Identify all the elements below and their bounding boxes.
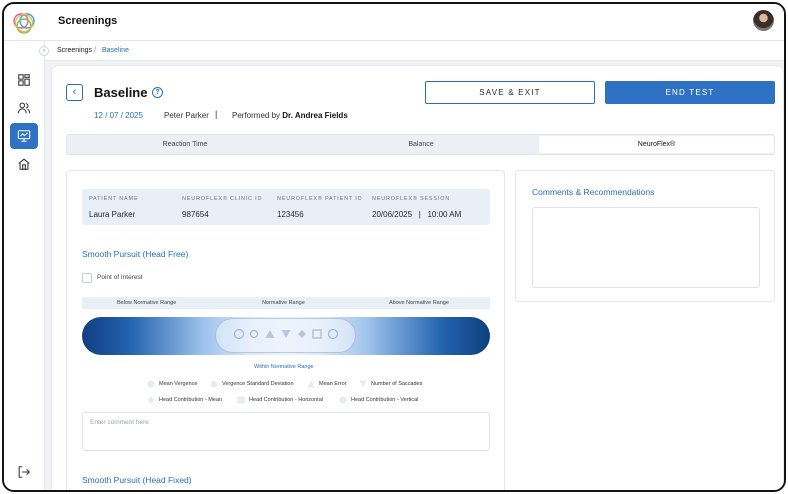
normative-range-gauge (82, 317, 490, 355)
performed-by-name: Dr. Andrea Fields (282, 111, 348, 120)
app-title: Screenings (58, 15, 118, 27)
sidebar-toggle-chevron-icon[interactable]: › (39, 46, 49, 56)
page-title: Baseline (94, 85, 148, 100)
app-window: Screenings › Screenings / Baseline ‹ Bas… (2, 2, 786, 492)
patient-info-strip: PATIENT NAME NEUROFLEX® CLINIC ID NEUROF… (82, 189, 490, 225)
legend-circle-icon (147, 380, 155, 388)
mean-error-marker-icon (265, 330, 275, 338)
info-value-session: 20/06/2025 | 10:00 AM (372, 210, 462, 219)
tab-balance[interactable]: Balance (303, 135, 539, 154)
info-header-session: NEUROFLEX® SESSION (372, 196, 451, 202)
breadcrumb-current: Baseline (102, 47, 129, 54)
info-header-clinic-id: NEUROFLEX® CLINIC ID (182, 196, 263, 202)
main-card: ‹ Baseline ? 12 / 07 / 2025 Peter Parker… (51, 65, 784, 490)
info-value-clinic-id: 987654 (182, 210, 209, 219)
performed-by-prefix: Performed by (232, 111, 281, 120)
info-header-patient-id: NEUROFLEX® PATIENT ID (277, 196, 363, 202)
breadcrumb-separator: / (94, 47, 96, 54)
sidebar: › (4, 41, 49, 490)
legend-triangle-up-icon (307, 380, 315, 388)
back-button[interactable]: ‹ (66, 84, 83, 101)
range-labels: Below Normative Range Normative Range Ab… (82, 297, 490, 309)
monitor-chart-icon (17, 130, 31, 142)
comments-textarea[interactable] (532, 207, 760, 288)
end-test-button[interactable]: END TEST (605, 81, 775, 104)
point-of-interest-label: Point of Interest (97, 274, 143, 281)
head-horizontal-marker-icon (312, 329, 322, 339)
dashboard-icon (18, 74, 30, 86)
top-bar: Screenings (4, 4, 784, 41)
legend-triangle-down-icon (359, 380, 367, 388)
legend-circle-icon (339, 396, 347, 404)
sidebar-item-home[interactable] (10, 151, 38, 177)
breadcrumb: Screenings / Baseline (45, 41, 784, 61)
vergence-sd-marker-icon (249, 329, 259, 339)
saccades-marker-icon (281, 330, 291, 338)
logout-icon[interactable] (17, 465, 31, 479)
comments-panel: Comments & Recommendations (515, 170, 775, 302)
legend-head-mean: Head Contribution - Mean (159, 397, 222, 403)
save-exit-button[interactable]: SAVE & EXIT (425, 81, 595, 104)
range-below: Below Normative Range (117, 300, 177, 306)
mean-vergence-marker-icon (233, 328, 245, 340)
legend-head-vertical: Head Contribution - Vertical (351, 397, 419, 403)
range-normative: Normative Range (262, 300, 305, 306)
results-panel: PATIENT NAME NEUROFLEX® CLINIC ID NEUROF… (66, 170, 505, 490)
range-above: Above Normative Range (389, 300, 449, 306)
point-of-interest-checkbox[interactable] (82, 273, 92, 283)
users-icon (17, 102, 31, 114)
head-mean-marker-icon (298, 330, 306, 338)
legend-mean-vergence: Mean Vergence (159, 381, 198, 387)
head-vertical-marker-icon (327, 328, 339, 340)
tab-reaction-time[interactable]: Reaction Time (67, 135, 303, 154)
section-title-head-free: Smooth Pursuit (Head Free) (82, 249, 189, 259)
legend-saccades: Number of Saccades (371, 381, 423, 387)
legend-circle-icon (210, 380, 218, 388)
legend-head-horizontal: Head Contribution - Horizontal (249, 397, 323, 403)
legend-mean-error: Mean Error (319, 381, 347, 387)
legend-vergence-sd: Vergence Standard Deviation (222, 381, 294, 387)
performed-by: Performed by Dr. Andrea Fields (232, 111, 348, 120)
help-icon[interactable]: ? (152, 87, 163, 98)
home-icon (18, 158, 30, 170)
section-title-head-fixed: Smooth Pursuit (Head Fixed) (82, 475, 192, 485)
user-avatar[interactable] (753, 10, 774, 31)
app-logo-icon[interactable] (12, 11, 36, 35)
chevron-left-icon: ‹ (72, 86, 77, 98)
test-date: 12 / 07 / 2025 (94, 111, 143, 120)
legend-square-icon (237, 396, 245, 404)
info-value-patient-name: Laura Parker (89, 210, 136, 219)
patient-name: Peter Parker (164, 111, 209, 120)
info-value-patient-id: 123456 (277, 210, 304, 219)
comments-title: Comments & Recommendations (532, 187, 655, 197)
legend-diamond-icon (147, 396, 155, 404)
header-divider: | (215, 109, 218, 119)
test-tabs: Reaction Time Balance NeuroFlex® (66, 134, 775, 155)
sidebar-item-users[interactable] (10, 95, 38, 121)
breadcrumb-screenings[interactable]: Screenings (57, 47, 92, 54)
comment-placeholder: Enter comment here (90, 419, 149, 426)
sidebar-item-screenings[interactable] (10, 123, 38, 149)
within-normative-label: Within Normative Range (254, 364, 314, 370)
sidebar-item-dashboard[interactable] (10, 67, 38, 93)
info-header-patient-name: PATIENT NAME (89, 196, 139, 202)
tab-neuroflex[interactable]: NeuroFlex® (539, 136, 774, 153)
comment-textarea[interactable]: Enter comment here (82, 412, 490, 451)
